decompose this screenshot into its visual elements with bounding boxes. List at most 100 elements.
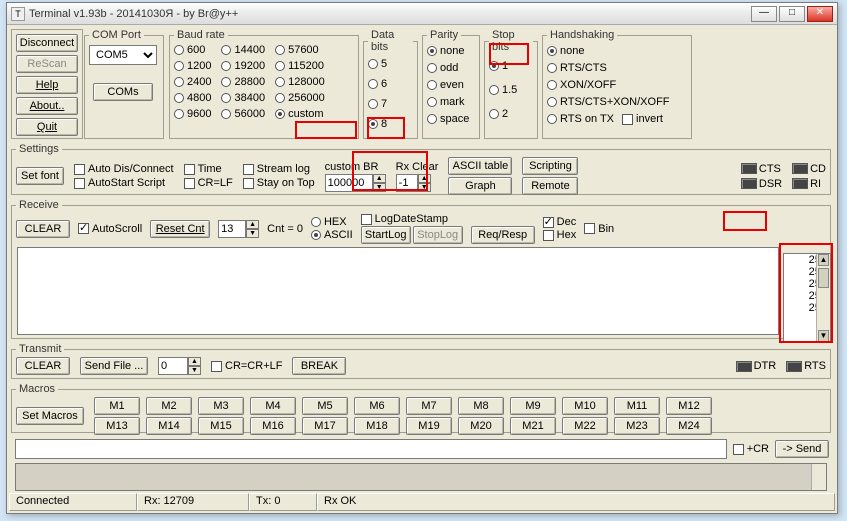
remote-button[interactable]: Remote bbox=[522, 177, 578, 195]
baud-radio-57600[interactable]: 57600 bbox=[275, 43, 325, 57]
macro-button-m16[interactable]: M16 bbox=[250, 417, 296, 435]
baud-radio-256000[interactable]: 256000 bbox=[275, 91, 325, 105]
stopbits-radio-2[interactable]: 2 bbox=[489, 107, 533, 121]
macro-button-m8[interactable]: M8 bbox=[458, 397, 504, 415]
crcrlf-check[interactable]: CR=CR+LF bbox=[211, 360, 282, 372]
reqresp-button[interactable]: Req/Resp bbox=[471, 226, 535, 244]
macro-button-m20[interactable]: M20 bbox=[458, 417, 504, 435]
macro-button-m22[interactable]: M22 bbox=[562, 417, 608, 435]
custombr-input[interactable] bbox=[325, 174, 373, 192]
handshake-radio-1[interactable]: RTS/CTS bbox=[547, 61, 687, 75]
handshake-radio-3[interactable]: RTS/CTS+XON/XOFF bbox=[547, 95, 687, 109]
parity-radio-none[interactable]: none bbox=[427, 44, 475, 58]
close-button[interactable]: ✕ bbox=[807, 6, 833, 22]
baud-radio-38400[interactable]: 38400 bbox=[221, 91, 265, 105]
baud-radio-115200[interactable]: 115200 bbox=[275, 59, 325, 73]
macro-button-m4[interactable]: M4 bbox=[250, 397, 296, 415]
macro-button-m14[interactable]: M14 bbox=[146, 417, 192, 435]
receive-byte-list[interactable]: 253 253 253 253 253 ▲ ▼ bbox=[783, 253, 831, 343]
stopbits-radio-1.5[interactable]: 1.5 bbox=[489, 83, 533, 97]
rxclear-up-icon[interactable]: ▲ bbox=[418, 174, 431, 183]
sendfile-button[interactable]: Send File ... bbox=[80, 357, 148, 375]
receive-spin-down-icon[interactable]: ▼ bbox=[246, 229, 259, 238]
baud-radio-14400[interactable]: 14400 bbox=[221, 43, 265, 57]
transmit-textarea[interactable] bbox=[15, 463, 827, 491]
baud-radio-1200[interactable]: 1200 bbox=[174, 59, 211, 73]
macro-button-m18[interactable]: M18 bbox=[354, 417, 400, 435]
quit-button[interactable]: Quit bbox=[16, 118, 78, 136]
macro-button-m3[interactable]: M3 bbox=[198, 397, 244, 415]
bin-check[interactable]: Bin bbox=[584, 223, 614, 235]
baud-radio-2400[interactable]: 2400 bbox=[174, 75, 211, 89]
transmit-spin-down-icon[interactable]: ▼ bbox=[188, 366, 201, 375]
scripting-button[interactable]: Scripting bbox=[522, 157, 578, 175]
scroll-down-icon[interactable]: ▼ bbox=[818, 330, 829, 342]
rescan-button[interactable]: ReScan bbox=[16, 55, 78, 73]
rxclear-down-icon[interactable]: ▼ bbox=[418, 183, 431, 192]
logdatestamp-check[interactable]: LogDateStamp bbox=[361, 213, 463, 225]
comport-select[interactable]: COM5 bbox=[89, 45, 157, 65]
startlog-button[interactable]: StartLog bbox=[361, 226, 411, 244]
dtr-led[interactable]: DTR bbox=[736, 360, 777, 372]
transmit-spin-input[interactable] bbox=[158, 357, 188, 375]
streamlog-check[interactable]: Stream log bbox=[243, 163, 315, 175]
databits-radio-5[interactable]: 5 bbox=[368, 57, 413, 71]
graph-button[interactable]: Graph bbox=[448, 177, 512, 195]
about-button[interactable]: About.. bbox=[16, 97, 78, 115]
macro-button-m2[interactable]: M2 bbox=[146, 397, 192, 415]
parity-radio-even[interactable]: even bbox=[427, 78, 475, 92]
macro-button-m12[interactable]: M12 bbox=[666, 397, 712, 415]
databits-radio-6[interactable]: 6 bbox=[368, 77, 413, 91]
handshake-radio-4[interactable]: RTS on TX bbox=[547, 112, 614, 126]
macro-button-m15[interactable]: M15 bbox=[198, 417, 244, 435]
coms-button[interactable]: COMs bbox=[93, 83, 153, 101]
time-check[interactable]: Time bbox=[184, 163, 233, 175]
parity-radio-odd[interactable]: odd bbox=[427, 61, 475, 75]
break-button[interactable]: BREAK bbox=[292, 357, 346, 375]
macro-button-m1[interactable]: M1 bbox=[94, 397, 140, 415]
tx-scrollbar[interactable] bbox=[811, 464, 826, 490]
transmit-spin-up-icon[interactable]: ▲ bbox=[188, 357, 201, 366]
invert-check[interactable]: invert bbox=[622, 113, 663, 125]
crlf-check[interactable]: CR=LF bbox=[184, 177, 233, 189]
transmit-spin[interactable]: ▲▼ bbox=[158, 357, 201, 375]
list-scrollbar[interactable]: ▲ ▼ bbox=[816, 254, 830, 342]
autodisconnect-check[interactable]: Auto Dis/Connect bbox=[74, 163, 174, 175]
baud-radio-custom[interactable]: custom bbox=[275, 107, 325, 121]
titlebar[interactable]: T Terminal v1.93b - 20141030Я - by Br@y+… bbox=[7, 3, 837, 25]
baud-radio-56000[interactable]: 56000 bbox=[221, 107, 265, 121]
rts-led[interactable]: RTS bbox=[786, 360, 826, 372]
macro-button-m10[interactable]: M10 bbox=[562, 397, 608, 415]
transmit-clear-button[interactable]: CLEAR bbox=[16, 357, 70, 375]
macro-button-m24[interactable]: M24 bbox=[666, 417, 712, 435]
plus-cr-check[interactable]: +CR bbox=[733, 443, 769, 455]
minimize-button[interactable]: — bbox=[751, 6, 777, 22]
help-button[interactable]: Help bbox=[16, 76, 78, 94]
disconnect-button[interactable]: Disconnect bbox=[16, 34, 78, 52]
macro-button-m5[interactable]: M5 bbox=[302, 397, 348, 415]
macro-button-m9[interactable]: M9 bbox=[510, 397, 556, 415]
macro-button-m17[interactable]: M17 bbox=[302, 417, 348, 435]
dec-check[interactable]: Dec bbox=[543, 216, 577, 228]
baud-radio-4800[interactable]: 4800 bbox=[174, 91, 211, 105]
databits-radio-8[interactable]: 8 bbox=[368, 117, 413, 131]
stopbits-radio-1[interactable]: 1 bbox=[489, 59, 533, 73]
databits-radio-7[interactable]: 7 bbox=[368, 97, 413, 111]
hex2-check[interactable]: Hex bbox=[543, 229, 577, 241]
autostart-check[interactable]: AutoStart Script bbox=[74, 177, 174, 189]
macro-button-m19[interactable]: M19 bbox=[406, 417, 452, 435]
scroll-up-icon[interactable]: ▲ bbox=[818, 254, 829, 266]
setfont-button[interactable]: Set font bbox=[16, 167, 64, 185]
baud-radio-9600[interactable]: 9600 bbox=[174, 107, 211, 121]
parity-radio-space[interactable]: space bbox=[427, 112, 475, 126]
macro-button-m23[interactable]: M23 bbox=[614, 417, 660, 435]
macro-button-m21[interactable]: M21 bbox=[510, 417, 556, 435]
receive-ascii-radio[interactable]: ASCII bbox=[311, 229, 353, 241]
receive-hex-radio[interactable]: HEX bbox=[311, 216, 353, 228]
handshake-radio-2[interactable]: XON/XOFF bbox=[547, 78, 687, 92]
send-input[interactable] bbox=[15, 439, 727, 459]
baud-radio-600[interactable]: 600 bbox=[174, 43, 211, 57]
rxclear-spin[interactable]: ▲▼ bbox=[396, 174, 439, 192]
resetcnt-button[interactable]: Reset Cnt bbox=[150, 220, 210, 238]
autoscroll-check[interactable]: AutoScroll bbox=[78, 223, 142, 235]
